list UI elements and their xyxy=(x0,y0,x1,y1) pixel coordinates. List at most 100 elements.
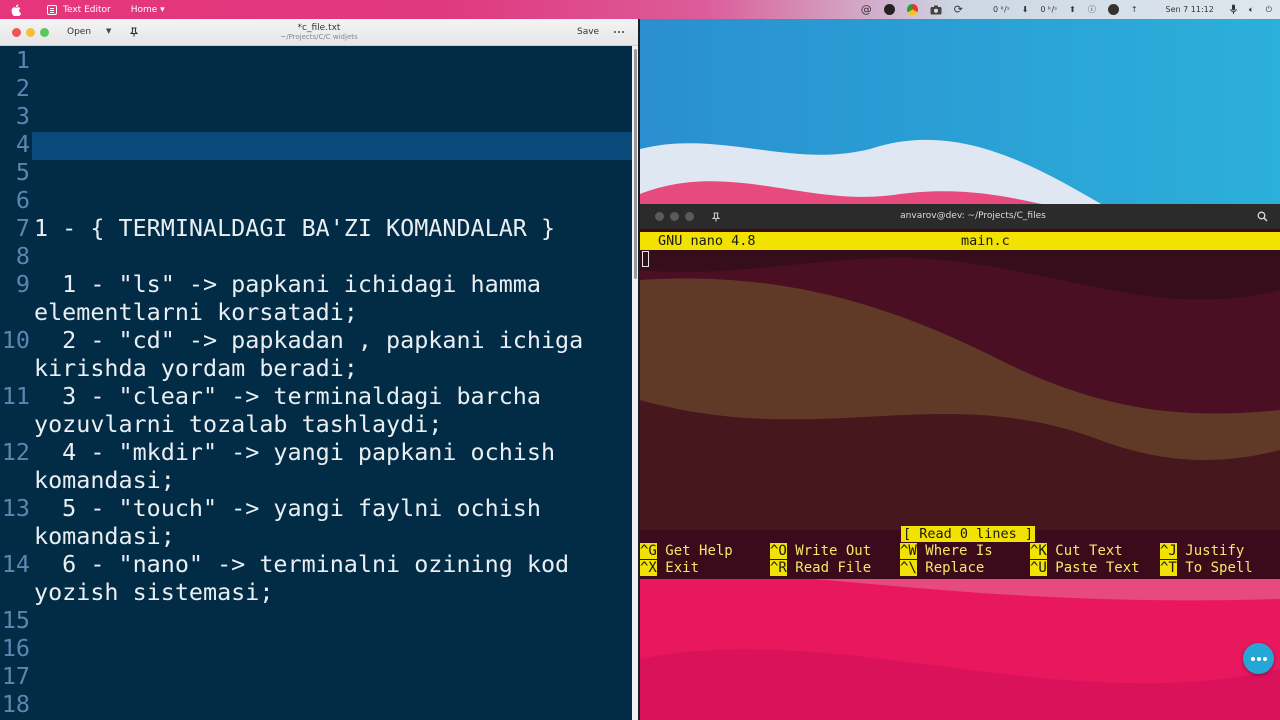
nano-shortcut-key: ^J xyxy=(1160,543,1177,559)
code-line[interactable]: 2 - "cd" -> papkadan , papkani ichiga xyxy=(34,326,583,354)
nano-status-message: [ Read 0 lines ] xyxy=(901,526,1036,542)
line-number: 8 xyxy=(15,242,30,270)
line-number: 7 xyxy=(15,214,30,242)
chrome-icon[interactable] xyxy=(906,4,918,15)
scrollbar-thumb[interactable] xyxy=(634,49,637,279)
nano-shortcut-label: To Spell xyxy=(1185,560,1253,576)
nano-shortcut-key: ^K xyxy=(1030,543,1047,559)
code-line[interactable]: 1 - "ls" -> papkani ichidagi hamma xyxy=(34,270,541,298)
terminal-headerbar: anvarov@dev: ~/Projects/C_files xyxy=(640,204,1280,229)
nano-shortcut: ^K Cut Text xyxy=(1030,543,1123,560)
code-line[interactable]: 5 - "touch" -> yangi faylni ochish xyxy=(34,494,541,522)
code-line[interactable]: 1 - { TERMINALDAGI BA'ZI KOMANDALAR } xyxy=(34,214,555,242)
nano-version: GNU nano 4.8 xyxy=(658,233,756,249)
nano-shortcut-label: Where Is xyxy=(925,543,993,559)
download-arrow-icon: ⬇ xyxy=(1021,5,1029,14)
clock[interactable]: Sen 7 11:12 xyxy=(1166,5,1214,14)
refresh-icon[interactable]: ⟳ xyxy=(954,3,963,16)
code-line[interactable]: 6 - "nano" -> terminalni ozining kod xyxy=(34,550,569,578)
github-icon[interactable] xyxy=(1107,4,1119,15)
code-line-wrapped[interactable]: komandasi; xyxy=(34,466,175,494)
line-number: 2 xyxy=(15,74,30,102)
nano-shortcut: ^\ Replace xyxy=(900,560,984,577)
nano-shortcut: ^W Where Is xyxy=(900,543,993,560)
nano-shortcut: ^G Get Help xyxy=(640,543,733,560)
search-icon[interactable] xyxy=(1257,211,1268,222)
document-path: ~/Projects/C/C widjets xyxy=(280,33,358,41)
apple-menu-icon[interactable] xyxy=(9,3,23,16)
line-number: 17 xyxy=(1,662,30,690)
line-number: 18 xyxy=(1,690,30,718)
floating-action-button[interactable] xyxy=(1243,643,1274,674)
app-tray-icon[interactable] xyxy=(883,4,895,15)
more-menu-icon[interactable] xyxy=(614,31,624,33)
nano-shortcut-key: ^\ xyxy=(900,560,917,576)
line-number: 4 xyxy=(15,130,30,158)
text-editor-window: Open ▼ *c_file.txt ~/Projects/C/C widjet… xyxy=(0,19,638,720)
code-line-wrapped[interactable]: kirishda yordam beradi; xyxy=(34,354,358,382)
nano-shortcut: ^R Read File xyxy=(770,560,871,577)
current-line-highlight xyxy=(32,132,632,160)
microphone-icon[interactable] xyxy=(1230,4,1237,15)
code-line-wrapped[interactable]: elementlarni korsatadi; xyxy=(34,298,358,326)
upload-tray-icon[interactable]: ↑ xyxy=(1131,5,1138,14)
line-number: 3 xyxy=(15,102,30,130)
nano-shortcut-key: ^W xyxy=(900,543,917,559)
code-line-wrapped[interactable]: yozish sistemasi; xyxy=(34,578,273,606)
terminal-window: anvarov@dev: ~/Projects/C_files GNU nano… xyxy=(640,204,1280,579)
code-line-wrapped[interactable]: yozuvlarni tozalab tashlaydi; xyxy=(34,410,442,438)
nano-filename: main.c xyxy=(961,233,1010,249)
line-number: 9 xyxy=(15,270,30,298)
at-sign-icon[interactable]: @ xyxy=(861,3,872,16)
line-number: 13 xyxy=(1,494,30,522)
net-download-rate: 0 ᵏ/ˢ xyxy=(993,5,1010,14)
nano-shortcut-key: ^G xyxy=(640,543,657,559)
volume-icon[interactable]: 🔈︎ xyxy=(1249,5,1254,15)
nano-shortcut-key: ^T xyxy=(1160,560,1177,576)
nano-shortcut: ^X Exit xyxy=(640,560,699,577)
net-upload-rate: 0 ᵏ/ˢ xyxy=(1040,5,1058,14)
nano-shortcut: ^U Paste Text xyxy=(1030,560,1140,577)
nano-shortcut-label: Justify xyxy=(1185,543,1245,559)
line-number: 11 xyxy=(1,382,30,410)
code-line-wrapped[interactable]: komandasi; xyxy=(34,522,175,550)
nano-shortcut: ^J Justify xyxy=(1160,543,1244,560)
nano-shortcut-bar: ^G Get Help ^O Write Out ^W Where Is ^K Cut… xyxy=(640,543,1280,579)
upload-arrow-icon: ⬆ xyxy=(1069,5,1076,14)
camera-icon[interactable] xyxy=(930,5,942,15)
save-button[interactable]: Save xyxy=(577,27,599,37)
power-icon[interactable]: ⏻ xyxy=(1266,5,1272,15)
editor-headerbar: Open ▼ *c_file.txt ~/Projects/C/C widjet… xyxy=(0,19,638,46)
nano-shortcut-label: Read File xyxy=(795,560,872,576)
line-number: 6 xyxy=(15,186,30,214)
line-number: 12 xyxy=(1,438,30,466)
nano-shortcut-key: ^R xyxy=(770,560,787,576)
line-number: 16 xyxy=(1,634,30,662)
nano-shortcut-label: Cut Text xyxy=(1055,543,1123,559)
active-app-name[interactable]: Text Editor xyxy=(63,5,111,15)
nano-shortcut-key: ^X xyxy=(640,560,657,576)
nano-shortcut-label: Write Out xyxy=(795,543,872,559)
code-line[interactable]: 3 - "clear" -> terminaldagi barcha xyxy=(34,382,541,410)
code-line[interactable]: 4 - "mkdir" -> yangi papkani ochish xyxy=(34,438,555,466)
info-icon[interactable]: ⓘ xyxy=(1088,4,1096,15)
nano-shortcut-label: Paste Text xyxy=(1055,560,1140,576)
line-number: 15 xyxy=(1,606,30,634)
line-number: 10 xyxy=(1,326,30,354)
nano-shortcut: ^O Write Out xyxy=(770,543,871,560)
line-number: 5 xyxy=(15,158,30,186)
code-view[interactable]: 12345671 - { TERMINALDAGI BA'ZI KOMANDAL… xyxy=(0,46,632,720)
nano-shortcut-label: Exit xyxy=(665,560,700,576)
nano-shortcut-key: ^O xyxy=(770,543,787,559)
text-cursor xyxy=(642,251,649,267)
nano-title-bar: GNU nano 4.8 main.c xyxy=(640,232,1280,250)
line-number: 14 xyxy=(1,550,30,578)
text-editor-app-icon xyxy=(47,4,57,15)
nano-shortcut-label: Replace xyxy=(925,560,985,576)
nano-shortcut: ^T To Spell xyxy=(1160,560,1253,577)
top-menubar: Text Editor Home ▾ @ ⟳ 0 ᵏ/ˢ ⬇ 0 ᵏ/ˢ ⬆ ⓘ… xyxy=(0,0,1280,19)
nano-shortcut-label: Get Help xyxy=(665,543,733,559)
nano-edit-area[interactable] xyxy=(640,250,1280,530)
line-number: 1 xyxy=(15,46,30,74)
home-menu[interactable]: Home ▾ xyxy=(131,5,165,15)
